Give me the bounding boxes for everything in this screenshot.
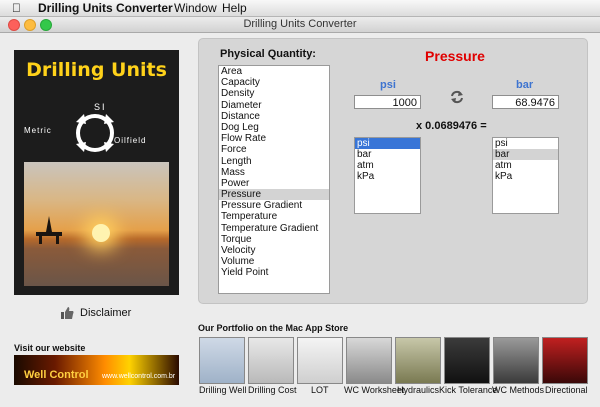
to-unit-list[interactable]: psi bar atm kPa — [492, 137, 559, 214]
quantity-item[interactable]: Capacity — [219, 77, 329, 88]
thumbs-up-icon — [61, 307, 74, 319]
oil-rig-icon — [36, 216, 62, 244]
quantity-item[interactable]: Pressure Gradient — [219, 200, 329, 211]
quantity-item[interactable]: Temperature Gradient — [219, 223, 329, 234]
physical-quantity-list[interactable]: Area Capacity Density Diameter Distance … — [218, 65, 330, 294]
from-unit-list[interactable]: psi bar atm kPa — [354, 137, 421, 214]
quantity-item[interactable]: Dog Leg — [219, 122, 329, 133]
kick-tolerance-app-thumb[interactable] — [444, 337, 490, 384]
quantity-item[interactable]: Power — [219, 178, 329, 189]
banner-url: www.wellcontrol.com.br — [102, 373, 176, 380]
portfolio-app-label[interactable]: Hydraulics — [397, 385, 439, 395]
drilling-well-app-thumb[interactable] — [199, 337, 245, 384]
to-unit-item[interactable]: kPa — [493, 171, 558, 182]
portfolio-app-label[interactable]: Directional — [545, 385, 588, 395]
quantity-item[interactable]: Diameter — [219, 100, 329, 111]
portfolio-app-label[interactable]: Kick Tolerance — [439, 385, 497, 395]
wc-worksheet-app-thumb[interactable] — [346, 337, 392, 384]
banner-brand: Well Control — [24, 369, 89, 381]
quantity-item[interactable]: Density — [219, 88, 329, 99]
from-value-input[interactable]: 1000 — [354, 95, 421, 109]
window-menu[interactable]: Window — [174, 1, 217, 15]
quantity-item[interactable]: Velocity — [219, 245, 329, 256]
portfolio-app-label[interactable]: WC Worksheet — [344, 385, 404, 395]
conversion-factor: x 0.0689476 = — [416, 120, 487, 132]
disclaimer-label: Disclaimer — [80, 307, 132, 319]
visit-website-label: Visit our website — [14, 343, 86, 353]
to-value-field: 68.9476 — [492, 95, 559, 109]
metric-label: Metric — [24, 126, 52, 135]
portfolio-app-label[interactable]: WC Methods — [492, 385, 544, 395]
apple-menu-icon[interactable]:  — [12, 1, 21, 15]
directional-app-thumb[interactable] — [542, 337, 588, 384]
window-titlebar: Drilling Units Converter — [0, 17, 600, 33]
quantity-item[interactable]: Distance — [219, 111, 329, 122]
conversion-cycle-icon — [76, 114, 114, 152]
quantity-item[interactable]: Mass — [219, 167, 329, 178]
lot-app-thumb[interactable] — [297, 337, 343, 384]
physical-quantity-label: Physical Quantity: — [220, 48, 316, 60]
quantity-item[interactable]: Temperature — [219, 211, 329, 222]
menu-bar:  Drilling Units Converter Window Help — [0, 0, 600, 17]
window-title: Drilling Units Converter — [243, 18, 357, 30]
sun-icon — [92, 224, 110, 242]
quantity-item[interactable]: Force — [219, 144, 329, 155]
conversion-title: Pressure — [425, 48, 485, 64]
website-banner-link[interactable]: Well Control www.wellcontrol.com.br — [14, 355, 179, 385]
swap-units-icon[interactable] — [450, 90, 464, 104]
wc-methods-app-thumb[interactable] — [493, 337, 539, 384]
from-unit-item[interactable]: atm — [355, 160, 420, 171]
drilling-cost-app-thumb[interactable] — [248, 337, 294, 384]
to-unit-item[interactable]: psi — [493, 138, 558, 149]
from-unit-item-selected[interactable]: psi — [355, 138, 420, 149]
app-menu[interactable]: Drilling Units Converter — [38, 1, 173, 15]
quantity-item-selected[interactable]: Pressure — [219, 189, 329, 201]
offshore-rig-sunset-image — [24, 162, 169, 286]
to-unit-item-selected[interactable]: bar — [493, 149, 558, 160]
disclaimer-button[interactable]: Disclaimer — [60, 306, 131, 320]
from-unit-item[interactable]: bar — [355, 149, 420, 160]
help-menu[interactable]: Help — [222, 1, 247, 15]
quantity-item[interactable]: Yield Point — [219, 267, 329, 278]
hydraulics-app-thumb[interactable] — [395, 337, 441, 384]
quantity-item[interactable]: Torque — [219, 234, 329, 245]
brand-panel: Drilling Units SI Metric Oilfield — [14, 50, 179, 295]
to-unit-label: bar — [516, 79, 534, 91]
portfolio-app-label[interactable]: Drilling Cost — [248, 385, 297, 395]
from-unit-item[interactable]: kPa — [355, 171, 420, 182]
quantity-item[interactable]: Flow Rate — [219, 133, 329, 144]
portfolio-app-label[interactable]: Drilling Well — [199, 385, 246, 395]
to-unit-item[interactable]: atm — [493, 160, 558, 171]
portfolio-title: Our Portfolio on the Mac App Store — [198, 323, 349, 333]
quantity-item[interactable]: Volume — [219, 256, 329, 267]
quantity-item[interactable]: Area — [219, 66, 329, 77]
oilfield-label: Oilfield — [114, 136, 147, 145]
from-unit-label: psi — [380, 79, 396, 91]
quantity-item[interactable]: Length — [219, 156, 329, 167]
brand-title: Drilling Units — [26, 59, 167, 81]
portfolio-app-label[interactable]: LOT — [311, 385, 329, 395]
